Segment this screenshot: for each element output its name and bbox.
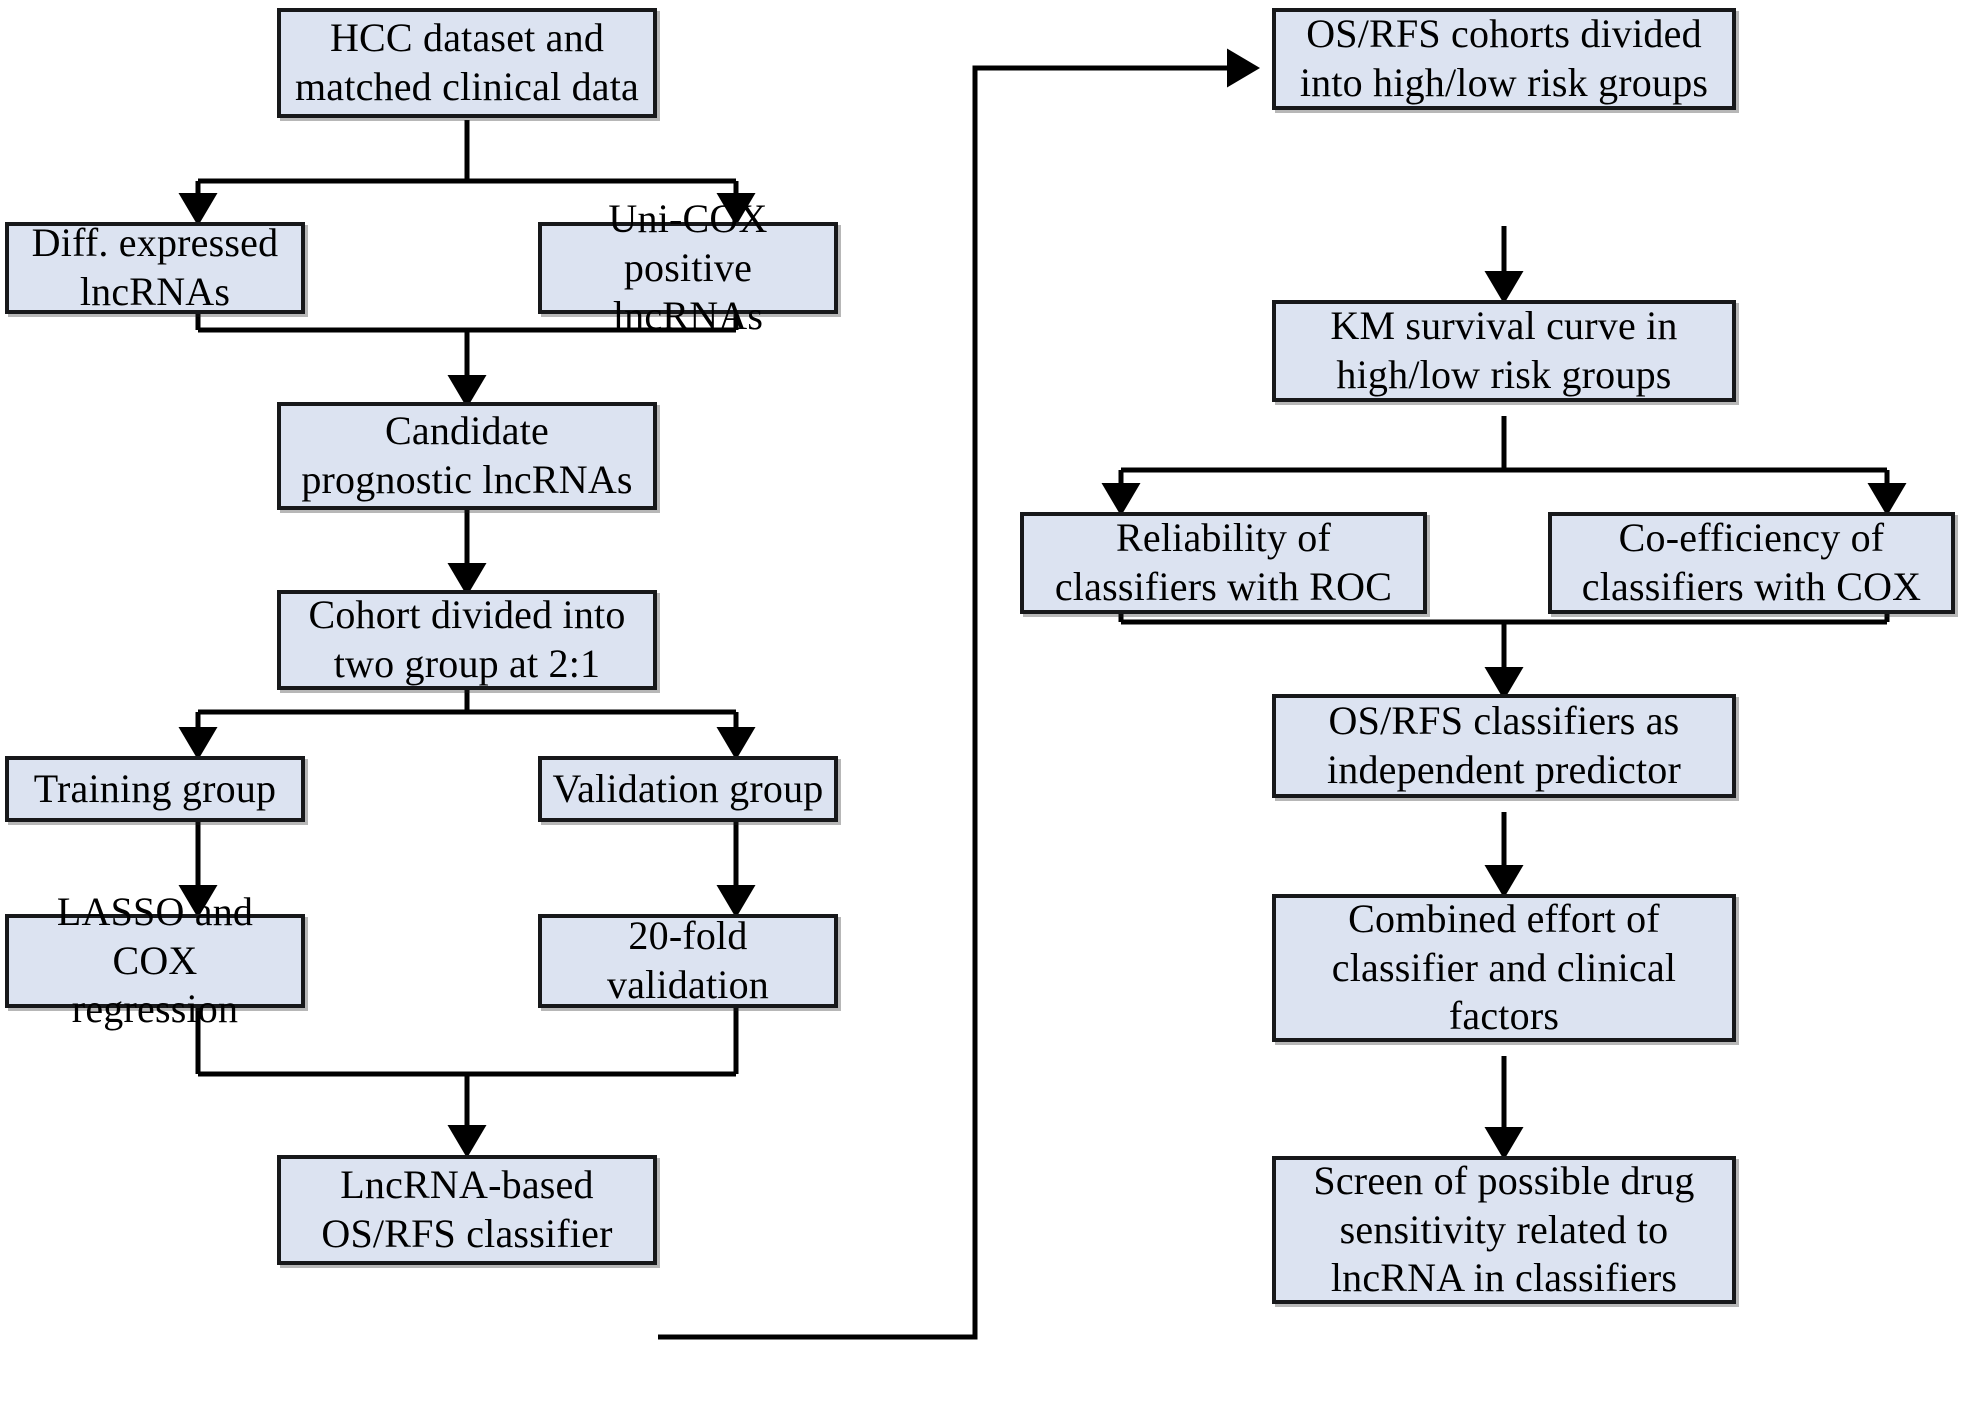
- node-km-survival[interactable]: KM survival curve in high/low risk group…: [1272, 300, 1736, 402]
- node-combined-effort-label: Combined effort of classifier and clinic…: [1331, 895, 1677, 1039]
- node-uni-cox-positive-label: Uni-COX positive lncRNAs: [608, 195, 768, 339]
- node-cohort-divided[interactable]: Cohort divided into two group at 2:1: [277, 590, 657, 690]
- node-diff-expressed[interactable]: Diff. expressed lncRNAs: [5, 220, 305, 314]
- node-lncrna-classifier[interactable]: LncRNA-based OS/RFS classifier: [277, 1155, 657, 1265]
- node-training-group-label: Training group: [33, 765, 277, 811]
- node-reliability-roc-label: Reliability of classifiers with ROC: [1054, 515, 1393, 609]
- node-training-group[interactable]: Training group: [5, 756, 305, 822]
- node-hcc-dataset-label: HCC dataset and matched clinical data: [294, 15, 640, 109]
- node-drug-sensitivity-label: Screen of possible drug sensitivity rela…: [1313, 1157, 1695, 1301]
- node-osrfs-cohorts[interactable]: OS/RFS cohorts divided into high/low ris…: [1272, 8, 1736, 110]
- node-diff-expressed-label: Diff. expressed lncRNAs: [31, 220, 279, 314]
- node-validation-group-label: Validation group: [552, 765, 824, 811]
- node-cohort-divided-label: Cohort divided into two group at 2:1: [308, 592, 626, 686]
- node-uni-cox-positive[interactable]: Uni-COX positive lncRNAs: [538, 196, 838, 338]
- node-candidate-prognostic[interactable]: Candidate prognostic lncRNAs: [277, 402, 657, 510]
- node-lasso-cox[interactable]: LASSO and COX regression: [5, 889, 305, 1031]
- node-osrfs-cohorts-label: OS/RFS cohorts divided into high/low ris…: [1299, 11, 1709, 105]
- node-independent-predictor-label: OS/RFS classifiers as independent predic…: [1326, 698, 1682, 792]
- node-lncrna-classifier-label: LncRNA-based OS/RFS classifier: [321, 1162, 613, 1256]
- node-combined-effort[interactable]: Combined effort of classifier and clinic…: [1272, 894, 1736, 1042]
- node-lasso-cox-label: LASSO and COX regression: [56, 888, 254, 1032]
- node-drug-sensitivity[interactable]: Screen of possible drug sensitivity rela…: [1272, 1156, 1736, 1304]
- node-reliability-roc[interactable]: Reliability of classifiers with ROC: [1020, 512, 1427, 614]
- node-candidate-prognostic-label: Candidate prognostic lncRNAs: [301, 408, 633, 502]
- node-coefficiency-cox-label: Co-efficiency of classifiers with COX: [1581, 515, 1922, 609]
- node-validation-group[interactable]: Validation group: [538, 756, 838, 822]
- node-coefficiency-cox[interactable]: Co-efficiency of classifiers with COX: [1548, 512, 1955, 614]
- flowchart-canvas: HCC dataset and matched clinical data Di…: [0, 0, 1965, 1408]
- node-twenty-fold[interactable]: 20-fold validation: [538, 913, 838, 1008]
- node-km-survival-label: KM survival curve in high/low risk group…: [1330, 303, 1678, 397]
- node-twenty-fold-label: 20-fold validation: [607, 913, 769, 1007]
- node-hcc-dataset[interactable]: HCC dataset and matched clinical data: [277, 8, 657, 118]
- node-independent-predictor[interactable]: OS/RFS classifiers as independent predic…: [1272, 694, 1736, 798]
